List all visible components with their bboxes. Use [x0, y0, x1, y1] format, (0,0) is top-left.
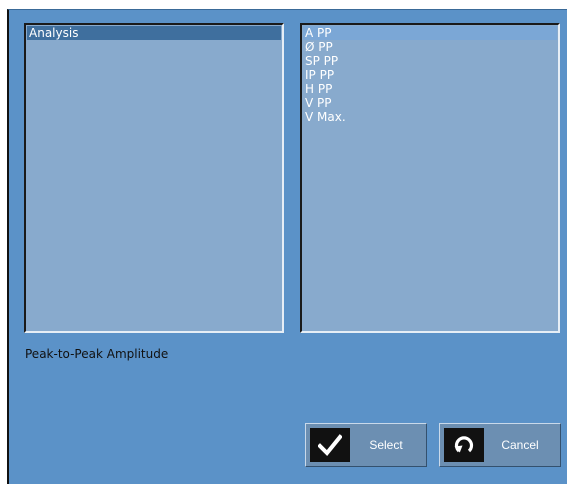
cancel-button-label: Cancel — [501, 438, 539, 452]
selection-description: Peak-to-Peak Amplitude — [25, 347, 169, 361]
cancel-button[interactable]: Cancel — [439, 423, 561, 467]
list-item[interactable]: SP PP — [303, 54, 557, 68]
list-item[interactable]: A PP — [303, 26, 557, 40]
list-item[interactable]: V Max. — [303, 110, 557, 124]
select-button-label: Select — [369, 438, 403, 452]
parameter-list[interactable]: A PP Ø PP SP PP IP PP H PP V PP V Max. — [300, 23, 560, 333]
list-item[interactable]: Ø PP — [303, 40, 557, 54]
select-button[interactable]: Select — [305, 423, 427, 467]
list-item[interactable]: IP PP — [303, 68, 557, 82]
list-item[interactable]: Analysis — [27, 26, 281, 40]
list-item[interactable]: H PP — [303, 82, 557, 96]
category-list[interactable]: Analysis — [24, 23, 284, 333]
selection-dialog: Analysis A PP Ø PP SP PP IP PP H PP V PP… — [7, 9, 567, 484]
checkmark-icon — [310, 428, 350, 462]
list-item[interactable]: V PP — [303, 96, 557, 110]
undo-icon — [444, 428, 484, 462]
